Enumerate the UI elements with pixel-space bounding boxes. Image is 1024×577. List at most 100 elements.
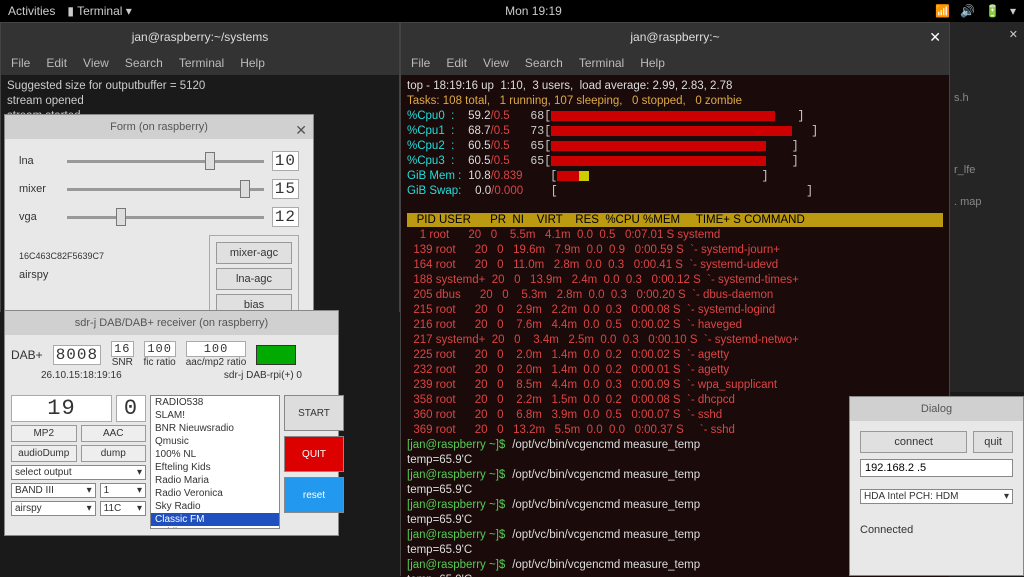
slider-lna[interactable] bbox=[67, 160, 264, 163]
slider-value: 15 bbox=[272, 179, 299, 199]
start-button[interactable]: START bbox=[284, 395, 344, 431]
bg-text: . map bbox=[954, 196, 1014, 208]
tune-display-1: 19 bbox=[11, 395, 112, 422]
station-list[interactable]: RADIO538SLAM!BNR NieuwsradioQmusic100% N… bbox=[150, 395, 280, 529]
driver-select[interactable]: airspy▾ bbox=[11, 501, 96, 516]
ip-input[interactable] bbox=[860, 459, 1013, 477]
band-select[interactable]: BAND III▾ bbox=[11, 483, 96, 498]
volume-icon[interactable]: 🔊 bbox=[960, 4, 975, 18]
slider-row-vga: vga 12 bbox=[9, 203, 309, 231]
top-panel: Activities ▮ Terminal ▾ Mon 19:19 📶 🔊 🔋 … bbox=[0, 0, 1024, 22]
station-item[interactable]: SLAM! bbox=[151, 409, 279, 422]
battery-icon[interactable]: 🔋 bbox=[985, 4, 1000, 18]
connect-dialog: Dialog connect quit HDA Intel PCH: HDM▾ … bbox=[849, 396, 1024, 576]
activities-button[interactable]: Activities bbox=[8, 4, 55, 18]
menubar: File Edit View Search Terminal Help bbox=[1, 51, 399, 75]
titlebar[interactable]: jan@raspberry:~/systems bbox=[1, 23, 399, 51]
quit-button[interactable]: QUIT bbox=[284, 436, 344, 472]
device-select[interactable]: HDA Intel PCH: HDM▾ bbox=[860, 489, 1013, 504]
station-item[interactable]: Sublime bbox=[151, 526, 279, 529]
station-item[interactable]: RADIO538 bbox=[151, 396, 279, 409]
menu-file[interactable]: File bbox=[11, 56, 30, 70]
station-item[interactable]: BNR Nieuwsradio bbox=[151, 422, 279, 435]
slider-mixer[interactable] bbox=[67, 188, 264, 191]
station-item[interactable]: Radio Veronica bbox=[151, 487, 279, 500]
quit-button[interactable]: quit bbox=[973, 431, 1013, 453]
reset-button[interactable]: reset bbox=[284, 477, 344, 513]
menu-help[interactable]: Help bbox=[240, 56, 265, 70]
close-icon[interactable]: ✕ bbox=[929, 29, 941, 46]
menu-search[interactable]: Search bbox=[125, 56, 163, 70]
audiodump-button[interactable]: audioDump bbox=[11, 445, 77, 462]
titlebar[interactable]: Dialog bbox=[850, 397, 1023, 421]
menu-view[interactable]: View bbox=[483, 56, 509, 70]
station-item[interactable]: Radio Maria bbox=[151, 474, 279, 487]
output-select[interactable]: select output▾ bbox=[11, 465, 146, 480]
slider-value: 10 bbox=[272, 151, 299, 171]
network-icon[interactable]: 📶 bbox=[935, 4, 950, 18]
fic-label: fic ratio bbox=[144, 357, 176, 368]
menu-view[interactable]: View bbox=[83, 56, 109, 70]
app-menu[interactable]: ▮ Terminal ▾ bbox=[67, 4, 131, 18]
slider-vga[interactable] bbox=[67, 216, 264, 219]
station-item[interactable]: Qmusic bbox=[151, 435, 279, 448]
chevron-down-icon: ▾ bbox=[1004, 491, 1009, 502]
slider-label: vga bbox=[19, 211, 59, 223]
menu-terminal[interactable]: Terminal bbox=[179, 56, 224, 70]
bg-text: r_lfe bbox=[954, 164, 1014, 176]
mode-label: DAB+ bbox=[11, 348, 43, 362]
form-dialog: Form (on raspberry)✕ lna 10 mixer 15 vga… bbox=[4, 114, 314, 332]
bg-text: s.h bbox=[954, 92, 1014, 104]
background-window: ✕ s.h r_lfe . map bbox=[944, 22, 1024, 392]
mp2-button[interactable]: MP2 bbox=[11, 425, 77, 442]
connect-button[interactable]: connect bbox=[860, 431, 967, 453]
aac-label: aac/mp2 ratio bbox=[186, 357, 247, 368]
slider-label: mixer bbox=[19, 183, 59, 195]
datetime: 26.10.15:18:19:16 bbox=[41, 370, 122, 381]
serial-label: 16C463C82F5639C7 bbox=[19, 251, 201, 261]
station-item[interactable]: Efteling Kids bbox=[151, 461, 279, 474]
titlebar[interactable]: Form (on raspberry)✕ bbox=[5, 115, 313, 139]
slider-row-mixer: mixer 15 bbox=[9, 175, 309, 203]
version-label: sdr-j DAB-rpi(+) 0 bbox=[224, 370, 302, 381]
station-item[interactable]: Sky Radio bbox=[151, 500, 279, 513]
station-item[interactable]: 100% NL bbox=[151, 448, 279, 461]
dump-button[interactable]: dump bbox=[81, 445, 147, 462]
clock[interactable]: Mon 19:19 bbox=[132, 4, 935, 18]
sdrj-window: sdr-j DAB/DAB+ receiver (on raspberry) D… bbox=[4, 310, 339, 536]
aac-value: 100 bbox=[186, 341, 247, 357]
menubar: File Edit View Search Terminal Help bbox=[401, 51, 949, 75]
titlebar[interactable]: sdr-j DAB/DAB+ receiver (on raspberry) bbox=[5, 311, 338, 335]
slider-row-lna: lna 10 bbox=[9, 147, 309, 175]
chevron-down-icon: ▾ bbox=[137, 485, 142, 496]
status-label: Connected bbox=[860, 524, 1013, 536]
mixer-agc-button[interactable]: mixer-agc bbox=[216, 242, 292, 264]
band-n-select[interactable]: 1▾ bbox=[100, 483, 146, 498]
driver-label: airspy bbox=[19, 269, 201, 281]
aac-button[interactable]: AAC bbox=[81, 425, 147, 442]
chevron-down-icon[interactable]: ▾ bbox=[1010, 4, 1016, 18]
menu-terminal[interactable]: Terminal bbox=[579, 56, 624, 70]
menu-help[interactable]: Help bbox=[640, 56, 665, 70]
slider-value: 12 bbox=[272, 207, 299, 227]
fic-value: 100 bbox=[144, 341, 176, 357]
chevron-down-icon: ▾ bbox=[137, 467, 142, 478]
titlebar[interactable]: jan@raspberry:~✕ bbox=[401, 23, 949, 51]
signal-indicator bbox=[256, 345, 296, 365]
menu-edit[interactable]: Edit bbox=[46, 56, 67, 70]
close-icon[interactable]: ✕ bbox=[295, 118, 307, 142]
snr-value: 16 bbox=[111, 341, 133, 357]
menu-edit[interactable]: Edit bbox=[446, 56, 467, 70]
close-icon[interactable]: ✕ bbox=[1009, 28, 1018, 41]
freq-display: 8008 bbox=[53, 345, 101, 365]
chevron-down-icon: ▾ bbox=[137, 503, 142, 514]
station-item[interactable]: Classic FM bbox=[151, 513, 279, 526]
lna-agc-button[interactable]: lna-agc bbox=[216, 268, 292, 290]
slider-label: lna bbox=[19, 155, 59, 167]
chevron-down-icon: ▾ bbox=[87, 503, 92, 514]
menu-search[interactable]: Search bbox=[525, 56, 563, 70]
channel-select[interactable]: 11C▾ bbox=[100, 501, 146, 516]
snr-label: SNR bbox=[111, 357, 133, 368]
menu-file[interactable]: File bbox=[411, 56, 430, 70]
chevron-down-icon: ▾ bbox=[87, 485, 92, 496]
